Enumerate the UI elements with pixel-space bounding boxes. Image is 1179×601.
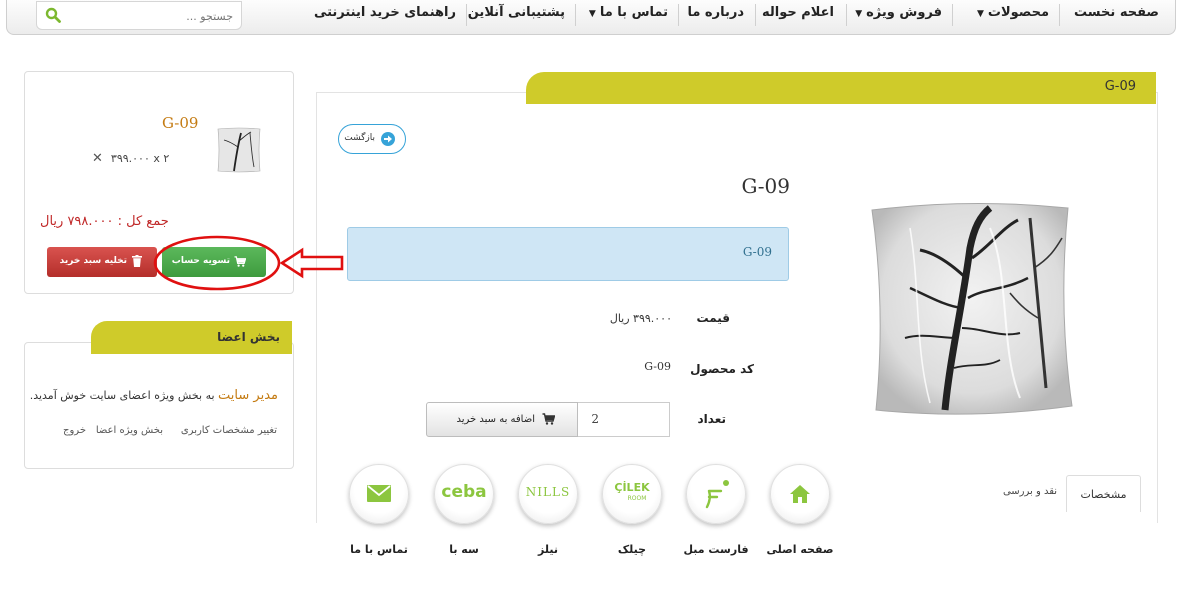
cart-item-quantity-line: ✕ ۳۹۹.۰۰۰ x ۲ — [92, 151, 212, 166]
shortcut-cilek[interactable]: ÇİLEK ROOM — [602, 464, 662, 524]
members-title-tab: بخش اعضا — [91, 321, 292, 354]
cart-total: جمع کل : ۷۹۸.۰۰۰ ریال — [40, 214, 169, 229]
back-button[interactable]: بازگشت — [338, 124, 406, 154]
members-title: بخش اعضا — [217, 330, 280, 344]
link-logout[interactable]: خروج — [63, 425, 86, 436]
chevron-down-icon: ▼ — [976, 9, 984, 19]
product-description-box: G-09 — [347, 227, 789, 281]
search-input[interactable] — [81, 6, 235, 26]
quantity-label: تعداد — [697, 412, 726, 426]
shortcut-contact-label: تماس با ما — [350, 543, 408, 556]
shortcut-home[interactable] — [770, 464, 830, 524]
ceba-logo-icon: ceba — [441, 482, 487, 502]
trash-icon — [132, 255, 142, 267]
cilek-logo-subtext: ROOM — [627, 495, 647, 502]
nav-separator — [575, 4, 576, 26]
forest-mobl-logo-icon — [705, 480, 729, 509]
tab-review[interactable]: نقد و بررسی — [1000, 486, 1060, 497]
shortcut-ceba-label: سه با — [449, 543, 479, 556]
add-to-cart-label: اضافه به سبد خرید — [456, 414, 535, 425]
nav-separator — [1059, 4, 1060, 26]
search-icon[interactable] — [45, 7, 61, 23]
link-members-area[interactable]: بخش ویژه اعضا — [96, 425, 163, 436]
nav-online-support[interactable]: پشتیبانی آنلاین — [468, 0, 565, 28]
product-code-value: G-09 — [644, 360, 671, 373]
nav-products[interactable]: محصولات▼ — [977, 0, 1049, 28]
product-code-label: کد محصول — [690, 362, 754, 376]
cart-item-name[interactable]: G-09 — [162, 114, 198, 132]
chevron-down-icon: ▼ — [855, 9, 863, 19]
annotation-highlight — [153, 235, 344, 291]
shortcut-forest-mobl[interactable] — [686, 464, 746, 524]
clear-cart-label: تخلیه سبد خرید — [59, 256, 127, 266]
chevron-down-icon: ▼ — [588, 9, 596, 19]
nav-separator — [466, 4, 467, 26]
home-icon — [790, 485, 810, 503]
product-title-tab: G-09 — [526, 72, 1156, 104]
remove-item-icon[interactable]: ✕ — [92, 151, 103, 166]
cart-item-qty-price: ۳۹۹.۰۰۰ x ۲ — [110, 152, 170, 165]
arrow-right-icon — [381, 132, 395, 146]
nav-separator — [755, 4, 756, 26]
quantity-value: 2 — [591, 412, 599, 426]
cart-item-thumbnail[interactable] — [214, 125, 264, 175]
nav-home[interactable]: صفحه نخست — [1074, 0, 1159, 28]
nav-payment-notice[interactable]: اعلام حواله — [762, 0, 834, 28]
search-box — [36, 1, 242, 30]
cart-icon — [542, 413, 555, 425]
nav-special-sale[interactable]: فروش ویژه▼ — [855, 0, 942, 28]
welcome-user-name: مدیر سایت — [218, 388, 278, 403]
breadcrumb-title: G-09 — [1104, 79, 1136, 94]
nav-separator — [678, 4, 679, 26]
nills-logo-icon: NILLS — [525, 485, 571, 499]
nav-about[interactable]: درباره ما — [687, 0, 744, 28]
product-title: G-09 — [741, 174, 790, 198]
nav-shopping-guide[interactable]: راهنمای خرید اینترنتی — [314, 0, 456, 28]
nav-contact[interactable]: تماس با ما▼ — [589, 0, 668, 28]
envelope-icon — [367, 485, 391, 502]
back-button-label: بازگشت — [344, 133, 375, 143]
nav-separator — [952, 4, 953, 26]
price-value: ۳۹۹.۰۰۰ ریال — [609, 312, 672, 325]
nav-separator — [846, 4, 847, 26]
product-description: G-09 — [742, 245, 772, 259]
shortcut-ceba[interactable]: ceba — [434, 464, 494, 524]
members-welcome: مدیر سایت به بخش ویژه اعضای سایت خوش آمد… — [30, 388, 278, 403]
link-edit-profile[interactable]: تغییر مشخصات کاربری — [181, 425, 277, 436]
add-to-cart-button[interactable]: اضافه به سبد خرید — [426, 402, 578, 437]
quantity-input[interactable]: 2 — [576, 402, 670, 437]
cilek-logo-icon: ÇİLEK — [614, 481, 650, 494]
product-image — [871, 202, 1073, 415]
tab-specs[interactable]: مشخصات — [1066, 475, 1141, 512]
members-box — [24, 342, 294, 469]
welcome-text: به بخش ویژه اعضای سایت خوش آمدید. — [29, 389, 219, 402]
clear-cart-button[interactable]: تخلیه سبد خرید — [47, 247, 157, 277]
shortcut-nills[interactable]: NILLS — [518, 464, 578, 524]
shortcut-contact[interactable] — [349, 464, 409, 524]
price-label: قیمت — [696, 311, 730, 325]
